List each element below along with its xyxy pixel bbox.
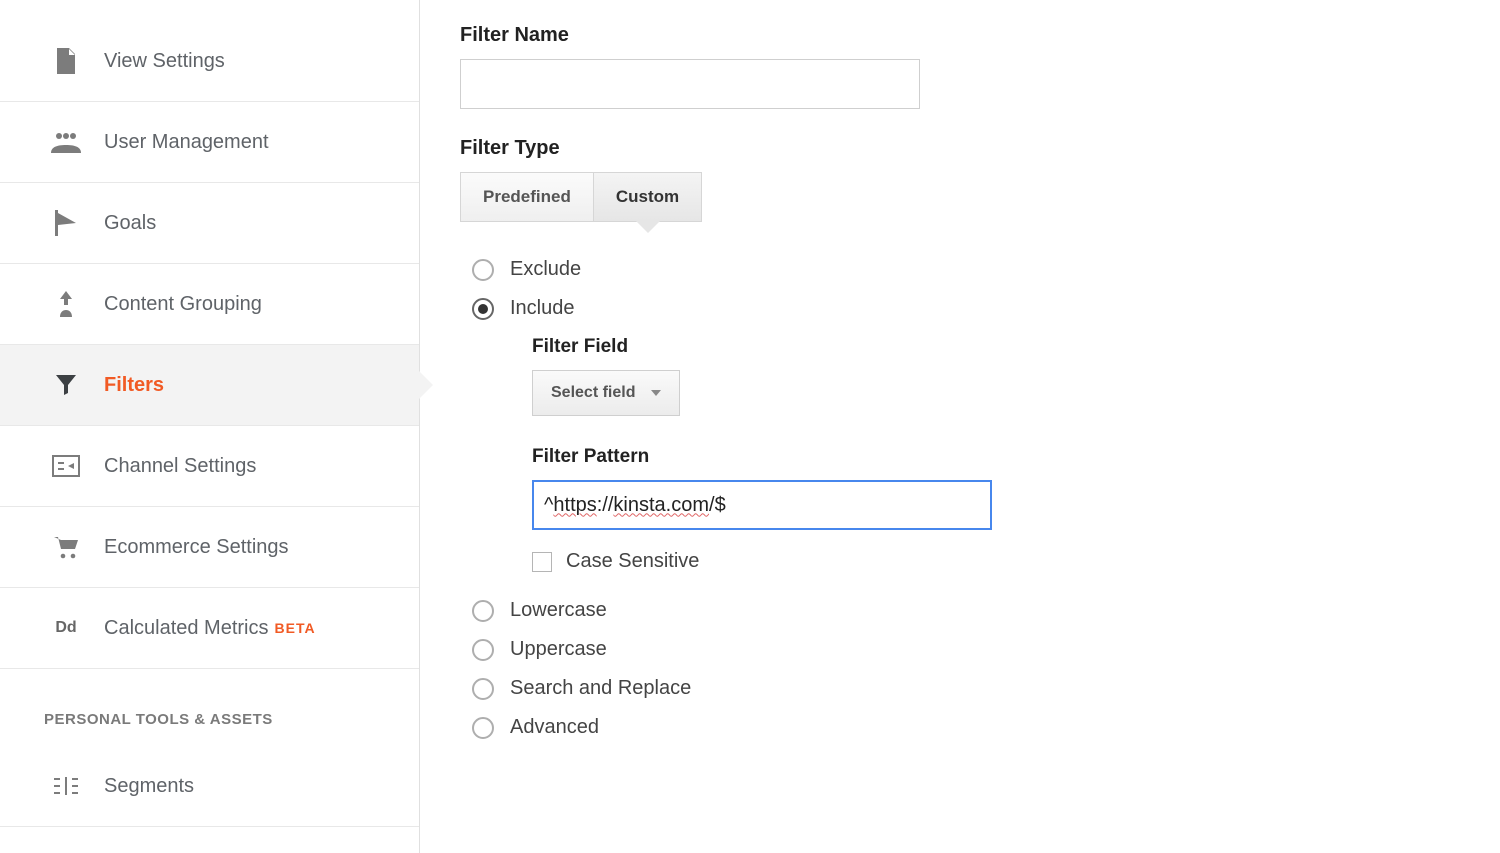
- sidebar-item-calculated-metrics[interactable]: Dd Calculated Metrics BETA: [0, 588, 419, 669]
- radio-label: Exclude: [510, 258, 581, 281]
- sidebar-section-header: PERSONAL TOOLS & ASSETS: [0, 669, 419, 746]
- filter-field-label: Filter Field: [532, 336, 1460, 358]
- sidebar-item-label: Calculated Metrics: [104, 617, 269, 640]
- case-sensitive-label: Case Sensitive: [566, 550, 699, 573]
- sidebar-item-ecommerce-settings[interactable]: Ecommerce Settings: [0, 507, 419, 588]
- radio-icon: [472, 259, 494, 281]
- filter-pattern-label: Filter Pattern: [532, 446, 1460, 468]
- sidebar-item-filters[interactable]: Filters: [0, 345, 419, 426]
- radio-label: Uppercase: [510, 638, 607, 661]
- custom-filter-radios: Exclude Include Filter Field Select fiel…: [472, 258, 1460, 739]
- tab-custom[interactable]: Custom: [593, 172, 702, 222]
- sidebar-item-label: Goals: [104, 212, 156, 235]
- radio-include[interactable]: Include: [472, 297, 1460, 320]
- dd-icon: Dd: [50, 614, 82, 642]
- filter-field-select[interactable]: Select field: [532, 370, 680, 416]
- sidebar-item-channel-settings[interactable]: Channel Settings: [0, 426, 419, 507]
- sidebar-item-user-management[interactable]: User Management: [0, 102, 419, 183]
- sidebar-item-label: User Management: [104, 131, 269, 154]
- include-subform: Filter Field Select field Filter Pattern…: [532, 336, 1460, 573]
- radio-uppercase[interactable]: Uppercase: [472, 638, 1460, 661]
- filter-type-label: Filter Type: [460, 137, 1460, 160]
- sidebar-item-label: View Settings: [104, 50, 225, 73]
- sidebar-item-label: Filters: [104, 374, 164, 397]
- beta-badge: BETA: [275, 620, 316, 636]
- filter-type-tabs: Predefined Custom: [460, 172, 1460, 222]
- sidebar-item-goals[interactable]: Goals: [0, 183, 419, 264]
- filter-form: Filter Name Filter Type Predefined Custo…: [420, 0, 1500, 853]
- case-sensitive-checkbox[interactable]: Case Sensitive: [532, 550, 1460, 573]
- radio-label: Include: [510, 297, 575, 320]
- select-field-label: Select field: [551, 384, 635, 402]
- checkbox-icon: [532, 552, 552, 572]
- sidebar-item-content-grouping[interactable]: Content Grouping: [0, 264, 419, 345]
- radio-label: Search and Replace: [510, 677, 691, 700]
- filter-name-input[interactable]: [460, 59, 920, 109]
- page-icon: [50, 47, 82, 75]
- radio-label: Advanced: [510, 716, 599, 739]
- radio-label: Lowercase: [510, 599, 607, 622]
- sidebar-item-label: Channel Settings: [104, 455, 256, 478]
- channels-icon: [50, 452, 82, 480]
- radio-lowercase[interactable]: Lowercase: [472, 599, 1460, 622]
- sidebar-item-label: Ecommerce Settings: [104, 536, 289, 559]
- radio-advanced[interactable]: Advanced: [472, 716, 1460, 739]
- cart-icon: [50, 533, 82, 561]
- radio-icon: [472, 298, 494, 320]
- tab-predefined[interactable]: Predefined: [460, 172, 593, 222]
- sidebar-item-label: Content Grouping: [104, 293, 262, 316]
- segments-icon: [50, 772, 82, 800]
- radio-exclude[interactable]: Exclude: [472, 258, 1460, 281]
- chevron-down-icon: [651, 390, 661, 396]
- filter-pattern-input[interactable]: ^https://kinsta.com/$: [532, 480, 992, 530]
- filter-name-label: Filter Name: [460, 24, 1460, 47]
- flag-icon: [50, 209, 82, 237]
- sidebar-item-view-settings[interactable]: View Settings: [0, 20, 419, 102]
- person-up-icon: [50, 290, 82, 318]
- funnel-icon: [50, 371, 82, 399]
- users-icon: [50, 128, 82, 156]
- radio-icon: [472, 600, 494, 622]
- sidebar-item-segments[interactable]: Segments: [0, 746, 419, 827]
- admin-sidebar: View Settings User Management Goals Cont…: [0, 0, 420, 853]
- radio-search-replace[interactable]: Search and Replace: [472, 677, 1460, 700]
- sidebar-item-label: Segments: [104, 775, 194, 798]
- radio-icon: [472, 639, 494, 661]
- radio-icon: [472, 678, 494, 700]
- radio-icon: [472, 717, 494, 739]
